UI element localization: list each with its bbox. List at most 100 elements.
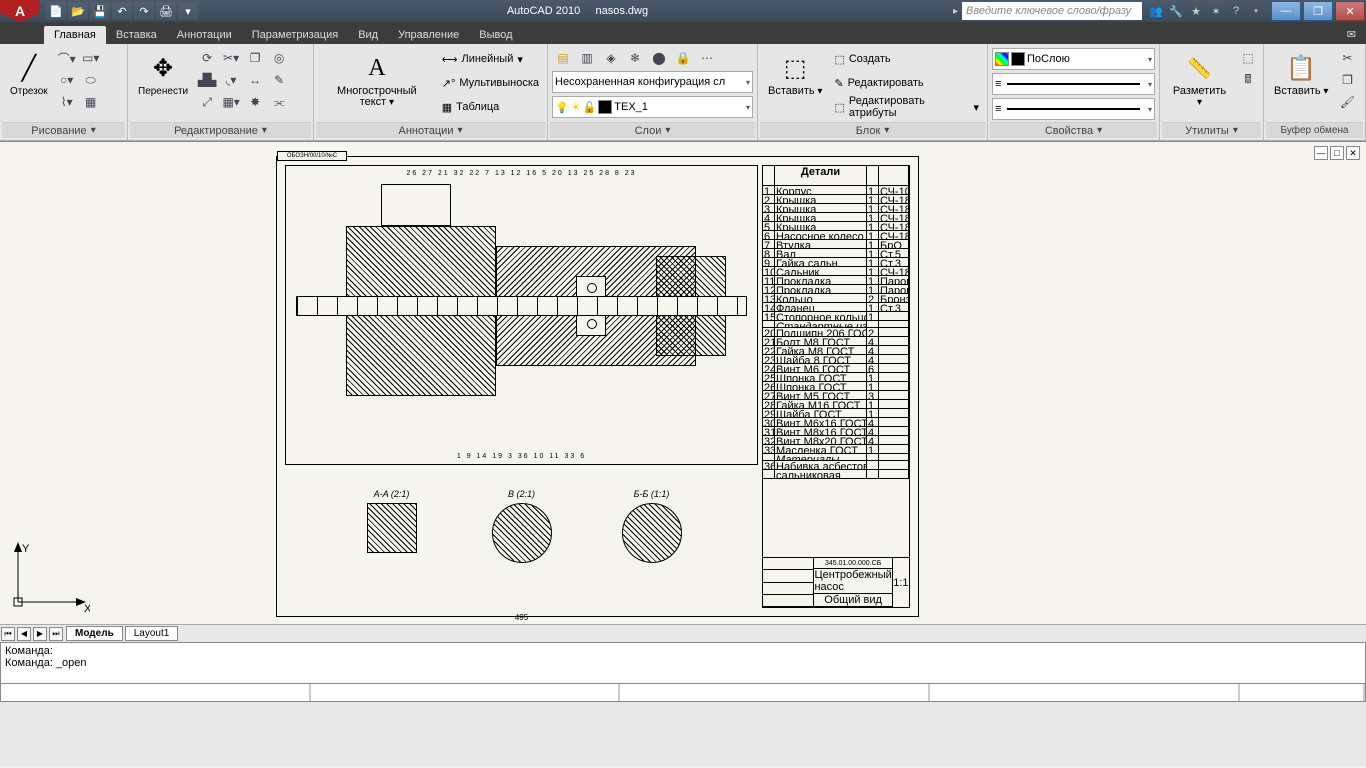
layer-state-dropdown[interactable]: Несохраненная конфигурация сл▾ <box>552 71 753 93</box>
tab-insert[interactable]: Вставка <box>106 26 167 44</box>
line-button[interactable]: ╱ Отрезок <box>4 48 54 101</box>
layer-iso-icon[interactable]: ◈ <box>600 48 622 68</box>
qat-dd-icon[interactable]: ▾ <box>178 2 198 20</box>
ellipse-icon[interactable]: ⬭ <box>80 70 102 90</box>
measure-button[interactable]: 📏 Разметить ▾ <box>1164 48 1235 112</box>
layer-props-icon[interactable]: ▤ <box>552 48 574 68</box>
erase-icon[interactable]: ✎ <box>268 70 290 90</box>
offset-icon[interactable]: ◎ <box>268 48 290 68</box>
linear-dim-button[interactable]: ⟷Линейный ▾ <box>438 48 543 70</box>
vp-close-icon[interactable]: ✕ <box>1346 146 1360 160</box>
tab-manage[interactable]: Управление <box>388 26 469 44</box>
move-button[interactable]: ✥ Перенести <box>132 48 194 101</box>
copy-clip-icon[interactable]: ❐ <box>1336 70 1358 90</box>
qat-open-icon[interactable]: 📂 <box>68 2 88 20</box>
panel-block: ⬚ Вставить ▾ ⬚Создать ✎Редактировать ⬚Ре… <box>758 44 988 140</box>
panel-layers-title[interactable]: Слои ▾ <box>550 122 755 138</box>
tab-nav-next-icon[interactable]: ▶ <box>33 627 47 641</box>
mirror-icon[interactable]: ▟▙ <box>196 70 218 90</box>
create-block-button[interactable]: ⬚Создать <box>830 48 983 70</box>
layer-states-icon[interactable]: ▥ <box>576 48 598 68</box>
copy-icon[interactable]: ❐ <box>244 48 266 68</box>
tab-nav-last-icon[interactable]: ⏭ <box>49 627 63 641</box>
layer-freeze-icon[interactable]: ❄ <box>624 48 646 68</box>
table-button[interactable]: ▦Таблица <box>438 96 543 118</box>
insert-block-button[interactable]: ⬚ Вставить ▾ <box>762 48 828 101</box>
trim-icon[interactable]: ✂▾ <box>220 48 242 68</box>
paste-button[interactable]: 📋 Вставить ▾ <box>1268 48 1334 101</box>
layer-off-icon[interactable]: ⬤ <box>648 48 670 68</box>
lw-preview <box>1007 83 1140 85</box>
polyline-icon[interactable]: ⌇▾ <box>56 92 78 112</box>
explode-icon[interactable]: ✸ <box>244 92 266 112</box>
panel-props-title[interactable]: Свойства ▾ <box>990 122 1157 138</box>
color-dropdown[interactable]: ПоСлою▾ <box>992 48 1155 70</box>
panel-modify-title[interactable]: Редактирование ▾ <box>130 122 311 138</box>
panel-draw-title[interactable]: Рисование ▾ <box>2 122 125 138</box>
search-input[interactable]: Введите ключевое слово/фразу <box>962 2 1142 20</box>
tab-home[interactable]: Главная <box>44 26 106 44</box>
panel-utilities-title[interactable]: Утилиты ▾ <box>1162 122 1261 138</box>
exchange-icon[interactable]: ✶ <box>1208 3 1224 19</box>
layer-lock-icon[interactable]: 🔒 <box>672 48 694 68</box>
layout1-tab[interactable]: Layout1 <box>125 626 179 641</box>
rect-icon[interactable]: ▭▾ <box>80 48 102 68</box>
qat-redo-icon[interactable]: ↷ <box>134 2 154 20</box>
match-icon[interactable]: 🖌 <box>1336 92 1358 112</box>
tab-output[interactable]: Вывод <box>469 26 522 44</box>
quickcalc-icon[interactable]: 🖩 <box>1237 70 1259 90</box>
stretch-icon[interactable]: ↔ <box>244 70 266 90</box>
join-icon[interactable]: ⫘ <box>268 92 290 112</box>
hatch-icon[interactable]: ▦ <box>80 92 102 112</box>
qat-new-icon[interactable]: 📄 <box>46 2 66 20</box>
mleader-icon: ↗° <box>442 77 456 90</box>
insert-label: Вставить ▾ <box>768 86 822 97</box>
subscription-icon[interactable]: 👥 <box>1148 3 1164 19</box>
panel-clipboard-title[interactable]: Буфер обмена <box>1266 122 1363 138</box>
panel-block-title[interactable]: Блок ▾ <box>760 122 985 138</box>
tab-express-icon[interactable]: ✉ <box>1337 25 1366 44</box>
vp-max-icon[interactable]: □ <box>1330 146 1344 160</box>
fillet-icon[interactable]: ◟▾ <box>220 70 242 90</box>
vp-min-icon[interactable]: — <box>1314 146 1328 160</box>
help-icon[interactable]: ? <box>1228 3 1244 19</box>
favorites-icon[interactable]: ★ <box>1188 3 1204 19</box>
qat-undo-icon[interactable]: ↶ <box>112 2 132 20</box>
lineweight-dropdown[interactable]: ≡ Послою▾ <box>992 73 1155 95</box>
panel-annotation-title[interactable]: Аннотации ▾ <box>316 122 545 138</box>
mleader-button[interactable]: ↗°Мультивыноска <box>438 72 543 94</box>
maximize-button[interactable]: ❐ <box>1303 1 1333 21</box>
close-button[interactable]: ✕ <box>1335 1 1365 21</box>
array-icon[interactable]: ▦▾ <box>220 92 242 112</box>
help-dd-icon[interactable]: ▾ <box>1248 3 1264 19</box>
app-logo[interactable]: A <box>0 0 40 22</box>
linetype-dropdown[interactable]: ≡ Непре...▾ <box>992 98 1155 120</box>
command-input[interactable] <box>0 684 1366 702</box>
tab-view[interactable]: Вид <box>348 26 388 44</box>
qat-save-icon[interactable]: 💾 <box>90 2 110 20</box>
tab-annotate[interactable]: Аннотации <box>167 26 242 44</box>
cut-icon[interactable]: ✂ <box>1336 48 1358 68</box>
drawing-area[interactable]: — □ ✕ ОБОЗН/00/10/№С 26 27 21 32 22 7 13… <box>0 141 1366 624</box>
minimize-button[interactable]: — <box>1271 1 1301 21</box>
arc-icon[interactable]: ⌒▾ <box>56 48 78 68</box>
edit-block-button[interactable]: ✎Редактировать <box>830 72 983 94</box>
model-tab[interactable]: Модель <box>66 626 123 641</box>
scale-icon[interactable]: ⤢ <box>196 92 218 112</box>
file-name: nasos.dwg <box>596 5 649 17</box>
panel-utilities: 📏 Разметить ▾ ⬚ 🖩 Утилиты ▾ <box>1160 44 1264 140</box>
tab-nav-prev-icon[interactable]: ◀ <box>17 627 31 641</box>
mtext-button[interactable]: A Многострочный текст ▾ <box>318 48 436 112</box>
color-swatch <box>1011 52 1025 66</box>
tab-parametric[interactable]: Параметризация <box>242 26 348 44</box>
layer-more-icon[interactable]: ⋯ <box>696 48 718 68</box>
select-icon[interactable]: ⬚ <box>1237 48 1259 68</box>
circle-icon[interactable]: ○▾ <box>56 70 78 90</box>
comm-icon[interactable]: 🔧 <box>1168 3 1184 19</box>
qat-print-icon[interactable]: 🖨 <box>156 2 176 20</box>
tab-nav-first-icon[interactable]: ⏮ <box>1 627 15 641</box>
detail-bb-shape <box>622 503 682 563</box>
current-layer-dropdown[interactable]: 💡 ☀ 🔓 TEX_1▾ <box>552 96 753 118</box>
edit-attr-button[interactable]: ⬚Редактировать атрибуты ▾ <box>830 96 983 118</box>
rotate-icon[interactable]: ⟳ <box>196 48 218 68</box>
